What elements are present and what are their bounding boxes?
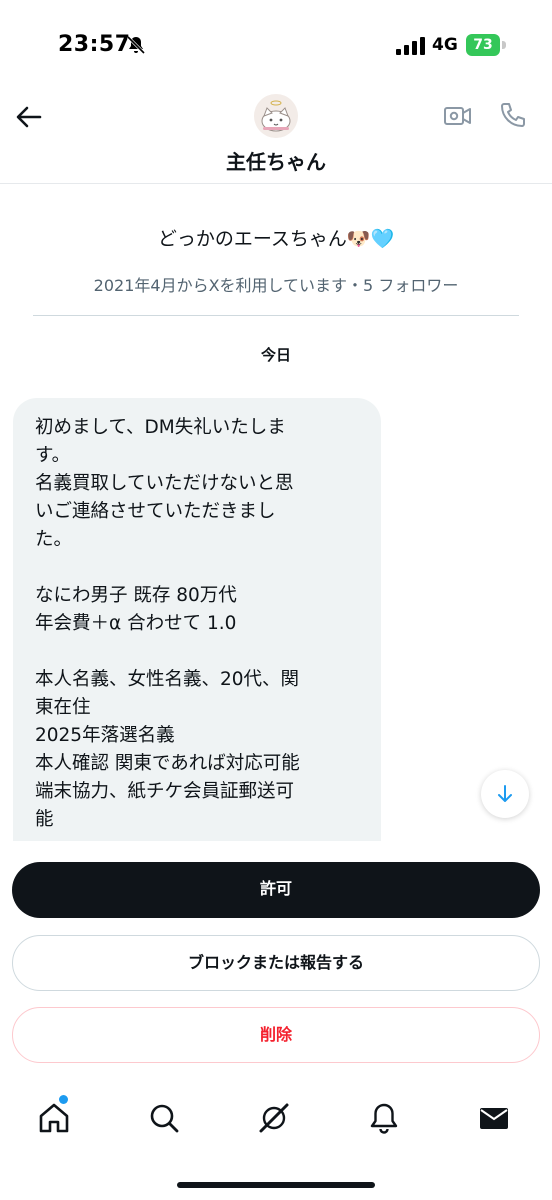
back-arrow-icon[interactable] (14, 102, 44, 132)
signal-icon (396, 37, 425, 55)
home-icon[interactable] (36, 1100, 72, 1136)
message-line: 本人名義、女性名義、20代、関 (35, 669, 300, 690)
grok-icon[interactable] (256, 1100, 292, 1136)
video-call-icon[interactable] (443, 101, 473, 131)
mail-icon[interactable] (476, 1100, 512, 1136)
notification-dot (59, 1095, 68, 1104)
message-line: 本人確認 関東であれば対応可能 (35, 753, 300, 774)
message-line: 名義買取していただけないと思 (35, 473, 294, 494)
message-line: 東在住 (35, 697, 91, 718)
block-or-report-button[interactable]: ブロックまたは報告する (12, 935, 540, 991)
message-line: 年会費＋α 合わせて 1.0 (35, 613, 237, 634)
message-bubble-container: 初めまして、DM失礼いたしま す。 名義買取していただけないと思 いご連絡させて… (13, 398, 381, 841)
message-line (35, 554, 361, 582)
message-bubble[interactable]: 初めまして、DM失礼いたしま す。 名義買取していただけないと思 いご連絡させて… (13, 398, 381, 841)
profile-display-name[interactable]: どっかのエースちゃん🐶🩵 (0, 224, 552, 251)
network-type: 4G (432, 35, 458, 55)
conversation-title: 主任ちゃん (226, 150, 326, 174)
battery-tip (502, 41, 506, 49)
message-line (35, 638, 361, 666)
phone-call-icon[interactable] (498, 100, 528, 130)
message-line: 能 (35, 809, 54, 830)
message-line: た。 (35, 529, 73, 550)
scroll-to-bottom-button[interactable] (481, 770, 529, 818)
message-line: いご連絡させていただきまし (35, 501, 276, 522)
status-bar: 23:57 4G 73 (0, 0, 552, 92)
message-line: 2025年落選名義 (35, 725, 175, 746)
delete-button[interactable]: 削除 (12, 1007, 540, 1063)
profile-meta: 2021年4月からXを利用しています・5 フォロワー (93, 276, 459, 295)
arrow-down-icon (498, 785, 512, 802)
avatar-cat-image (254, 94, 298, 138)
battery-indicator: 73 (466, 34, 506, 56)
bell-icon[interactable] (366, 1100, 402, 1136)
avatar[interactable] (254, 94, 298, 138)
message-line: なにわ男子 既存 80万代 (35, 585, 237, 606)
message-line: す。 (35, 445, 71, 466)
status-time: 23:57 (58, 32, 131, 57)
bottom-nav (0, 1090, 552, 1150)
date-separator: 今日 (260, 346, 291, 364)
conversation-header: 主任ちゃん (0, 92, 552, 184)
divider (33, 315, 519, 316)
search-icon[interactable] (146, 1100, 182, 1136)
message-line: 端末協力、紙チケ会員証郵送可 (35, 781, 295, 802)
message-line: 初めまして、DM失礼いたしま (35, 417, 286, 438)
home-indicator (177, 1182, 375, 1188)
allow-button[interactable]: 許可 (12, 862, 540, 918)
bell-off-icon (126, 35, 146, 55)
battery-level: 73 (466, 34, 500, 56)
